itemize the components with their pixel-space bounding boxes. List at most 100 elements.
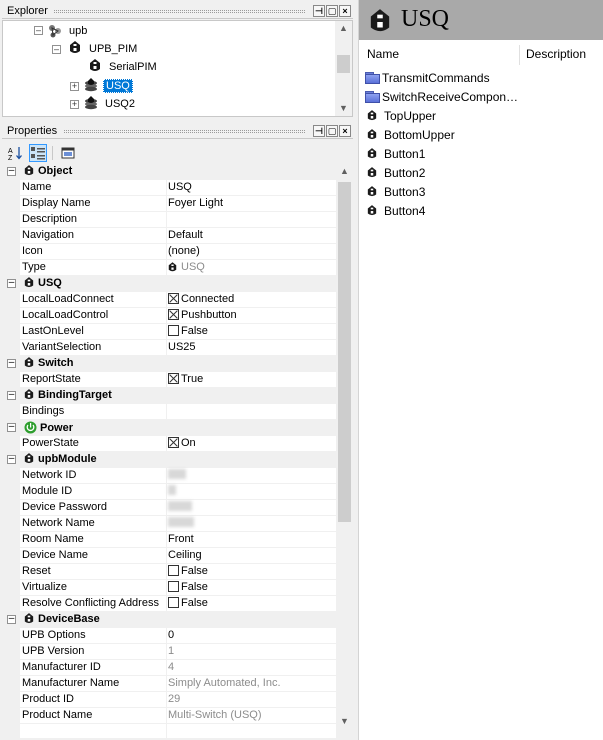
scroll-thumb[interactable] [337,55,350,73]
property-value[interactable]: Ceiling [168,549,202,561]
tree-item-serialpim[interactable]: SerialPIM [87,58,159,76]
property-row[interactable]: UPB Version 1 [2,644,336,660]
checkbox[interactable] [168,597,179,608]
property-row[interactable]: Virtualize False [2,580,336,596]
collapse-icon[interactable]: – [7,358,16,368]
category-object[interactable]: – Object [2,164,336,180]
column-header-description[interactable]: Description [526,47,586,65]
checkbox[interactable] [168,373,179,384]
list-item-top-upper[interactable]: TopUpper [365,106,436,125]
category-power[interactable]: – Power [2,420,336,436]
list-item-switch-receive[interactable]: SwitchReceiveCompon… [365,87,518,106]
property-row[interactable]: Icon (none) [2,244,336,260]
property-row[interactable]: Reset False [2,564,336,580]
tree-item-upb[interactable]: upb [47,22,89,40]
property-row[interactable]: Bindings [2,404,336,420]
property-row[interactable]: Product Name Multi-Switch (USQ) [2,708,336,724]
property-row[interactable]: Display Name Foyer Light [2,196,336,212]
list-item-button1[interactable]: Button1 [365,144,425,163]
close-icon[interactable]: × [339,5,351,17]
property-row[interactable]: Manufacturer Name Simply Automated, Inc. [2,676,336,692]
redacted-value[interactable] [168,485,176,495]
category-upb-module[interactable]: – upbModule [2,452,336,468]
scroll-down-icon[interactable]: ▼ [339,103,348,113]
property-row[interactable]: Name USQ [2,180,336,196]
list-item-transmit-commands[interactable]: TransmitCommands [365,68,490,87]
expand-icon[interactable]: + [70,100,79,109]
property-row[interactable]: Type USQ [2,260,336,276]
scroll-up-icon[interactable]: ▲ [339,23,348,33]
list-item-button3[interactable]: Button3 [365,182,425,201]
property-row[interactable]: Network ID [2,468,336,484]
list-item-button4[interactable]: Button4 [365,201,425,220]
category-binding-target[interactable]: – BindingTarget [2,388,336,404]
checkbox[interactable] [168,293,179,304]
close-icon[interactable]: × [339,125,351,137]
property-row[interactable]: UPB Options 0 [2,628,336,644]
property-row[interactable]: Module ID [2,484,336,500]
collapse-icon[interactable]: – [7,454,16,464]
property-pages-icon[interactable] [59,144,77,162]
property-row[interactable]: VariantSelection US25 [2,340,336,356]
property-row[interactable]: LastOnLevel False [2,324,336,340]
property-value[interactable]: 0 [168,629,174,641]
checkbox[interactable] [168,565,179,576]
sort-alpha-icon[interactable]: AZ [6,144,24,162]
tree-item-upb-pim[interactable]: UPB_PIM [67,40,139,58]
list-item-bottom-upper[interactable]: BottomUpper [365,125,455,144]
pin-icon[interactable]: ⊣ [313,125,325,137]
scroll-down-icon[interactable]: ▼ [340,716,349,726]
property-row[interactable]: Product ID 29 [2,692,336,708]
collapse-icon[interactable]: – [7,422,16,432]
collapse-icon[interactable]: – [34,26,43,35]
property-row[interactable]: LocalLoadConnect Connected [2,292,336,308]
category-switch[interactable]: – Switch [2,356,336,372]
property-value[interactable]: Front [168,533,194,545]
property-value[interactable]: Default [168,229,203,241]
checkbox[interactable] [168,325,179,336]
redacted-value[interactable] [168,501,192,511]
property-value[interactable]: Foyer Light [168,197,223,209]
column-divider[interactable] [519,45,520,65]
collapse-icon[interactable]: – [7,278,16,288]
list-item-button2[interactable]: Button2 [365,163,425,182]
property-row[interactable]: ReportState True [2,372,336,388]
checkbox[interactable] [168,581,179,592]
property-value[interactable]: (none) [168,245,200,257]
property-value[interactable]: USQ [168,181,192,193]
scroll-thumb[interactable] [338,182,351,522]
column-header-name[interactable]: Name [367,47,399,65]
tree-scrollbar[interactable]: ▲ ▼ [335,21,352,116]
properties-title: Properties [7,125,58,137]
scroll-up-icon[interactable]: ▲ [340,166,349,176]
maximize-icon[interactable]: ▢ [326,5,338,17]
categorized-icon[interactable] [29,144,47,162]
property-row[interactable]: LocalLoadControl Pushbutton [2,308,336,324]
tree-item-usq[interactable]: USQ [83,77,133,95]
collapse-icon[interactable]: – [7,614,16,624]
checkbox[interactable] [168,437,179,448]
property-row[interactable]: Network Name [2,516,336,532]
category-device-base[interactable]: – DeviceBase [2,612,336,628]
property-row[interactable]: Manufacturer ID 4 [2,660,336,676]
property-row[interactable]: Room Name Front [2,532,336,548]
collapse-icon[interactable]: – [7,390,16,400]
checkbox[interactable] [168,309,179,320]
maximize-icon[interactable]: ▢ [326,125,338,137]
collapse-icon[interactable]: – [7,166,16,176]
tree-item-usq2[interactable]: USQ2 [83,95,137,113]
pin-icon[interactable]: ⊣ [313,5,325,17]
redacted-value[interactable] [168,469,186,479]
collapse-icon[interactable]: – [52,45,61,54]
property-row[interactable]: Navigation Default [2,228,336,244]
property-row[interactable]: PowerState On [2,436,336,452]
category-usq[interactable]: – USQ [2,276,336,292]
property-row[interactable]: Device Name Ceiling [2,548,336,564]
redacted-value[interactable] [168,517,194,527]
property-row[interactable]: Device Password [2,500,336,516]
property-value[interactable]: US25 [168,341,196,353]
expand-icon[interactable]: + [70,82,79,91]
property-row[interactable]: Resolve Conflicting Address False [2,596,336,612]
property-row[interactable]: Description [2,212,336,228]
properties-scrollbar[interactable]: ▲ ▼ [336,164,353,738]
